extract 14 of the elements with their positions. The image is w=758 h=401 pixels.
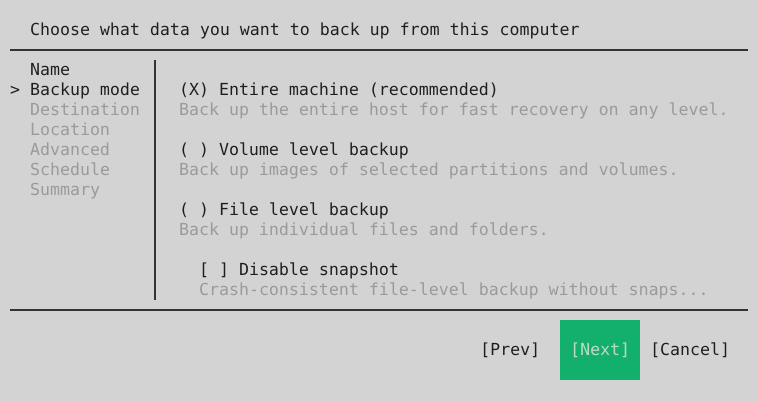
option-description: Crash-consistent file-level backup without snaps...	[199, 280, 709, 300]
wizard-button[interactable]: [Prev]	[470, 320, 550, 380]
cursor-marker: >	[10, 80, 21, 100]
option-description: Back up individual files and folders.	[179, 220, 549, 240]
radio-option[interactable]: ( ) File level backup	[179, 200, 389, 220]
step-item[interactable]: Backup mode	[30, 80, 140, 100]
page-title: Choose what data you want to back up from this computer	[30, 20, 580, 39]
step-item[interactable]: Name	[30, 60, 70, 80]
radio-option[interactable]: (X) Entire machine (recommended)	[179, 80, 499, 100]
option-description: Back up the entire host for fast recovery on any level.	[179, 100, 728, 120]
checkbox-option[interactable]: [ ] Disable snapshot	[199, 260, 399, 280]
option-description: Back up images of selected partitions and volumes.	[179, 160, 679, 180]
wizard-button[interactable]: [Cancel]	[640, 320, 740, 380]
radio-option[interactable]: ( ) Volume level backup	[179, 140, 409, 160]
